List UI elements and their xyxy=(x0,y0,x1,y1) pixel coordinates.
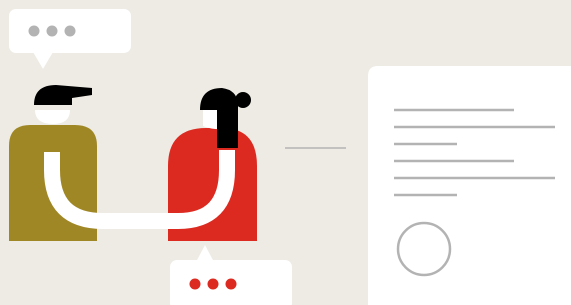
speech-bubble-right-tail xyxy=(196,245,214,262)
speech-bubble-left xyxy=(9,9,131,69)
document-card xyxy=(368,66,571,305)
speech-bubble-right xyxy=(170,245,292,305)
typing-dot-icon xyxy=(64,25,76,37)
document-icon xyxy=(368,66,571,305)
person-left-face xyxy=(35,110,70,124)
typing-dot-icon xyxy=(46,25,58,37)
typing-dot-icon xyxy=(28,25,40,37)
typing-dot-icon xyxy=(225,278,237,290)
handshake-illustration xyxy=(9,9,571,305)
typing-dot-icon xyxy=(207,278,219,290)
typing-dot-icon xyxy=(189,278,201,290)
speech-bubble-left-tail xyxy=(33,52,53,69)
person-left-cap xyxy=(34,85,92,105)
person-right-hair-bun xyxy=(235,92,251,108)
